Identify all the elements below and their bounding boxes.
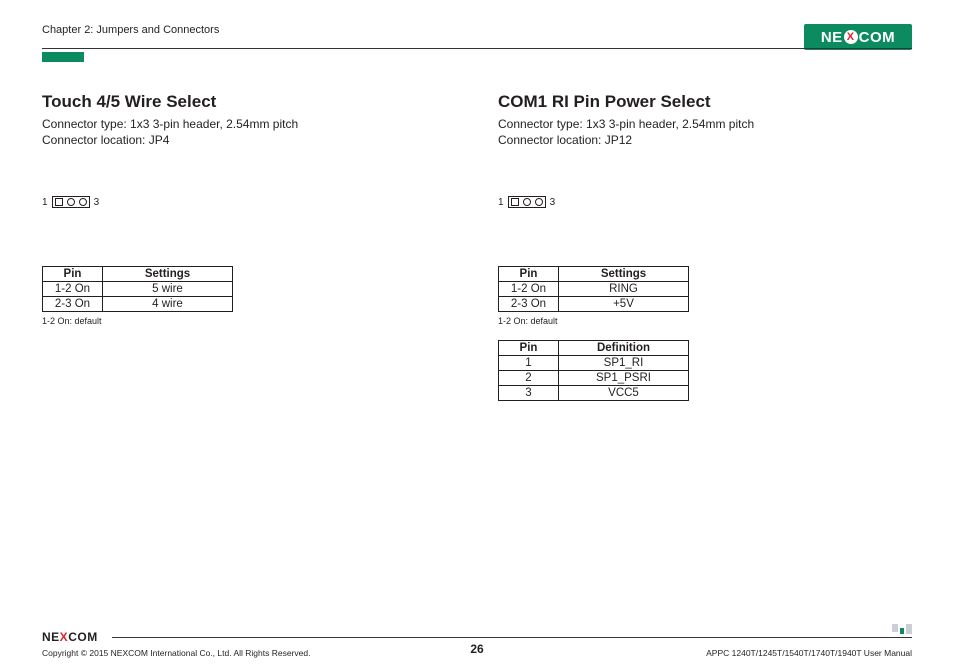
pin-square-icon xyxy=(511,198,519,206)
manual-title: APPC 1240T/1245T/1540T/1740T/1940T User … xyxy=(706,648,912,658)
cell-setting: RING xyxy=(559,282,689,297)
cell-setting: 4 wire xyxy=(103,297,233,312)
pin-round-icon xyxy=(79,198,87,206)
cell-def: SP1_RI xyxy=(559,356,689,371)
default-note: 1-2 On: default xyxy=(42,316,456,326)
table-row: 2-3 On 4 wire xyxy=(43,297,233,312)
cell-pin: 3 xyxy=(499,386,559,401)
th-settings: Settings xyxy=(103,267,233,282)
pin-round-icon xyxy=(67,198,75,206)
header: Chapter 2: Jumpers and Connectors NEXCOM xyxy=(42,24,912,56)
th-pin: Pin xyxy=(499,267,559,282)
logo-x-icon: X xyxy=(60,630,69,644)
th-definition: Definition xyxy=(559,341,689,356)
content: Touch 4/5 Wire Select Connector type: 1x… xyxy=(42,92,912,401)
section-com1-ri-power: COM1 RI Pin Power Select Connector type:… xyxy=(498,92,912,401)
brand-logo-footer: NEXCOM xyxy=(42,628,112,646)
cell-pin: 1 xyxy=(499,356,559,371)
cell-def: VCC5 xyxy=(559,386,689,401)
cell-def: SP1_PSRI xyxy=(559,371,689,386)
default-note: 1-2 On: default xyxy=(498,316,912,326)
section-title: Touch 4/5 Wire Select xyxy=(42,92,456,112)
page: Chapter 2: Jumpers and Connectors NEXCOM… xyxy=(0,0,954,672)
section-title: COM1 RI Pin Power Select xyxy=(498,92,912,112)
logo-pre: NE xyxy=(821,29,843,46)
copyright-text: Copyright © 2015 NEXCOM International Co… xyxy=(42,648,310,658)
logo-post: COM xyxy=(859,29,896,46)
pin-round-icon xyxy=(535,198,543,206)
pin-label-3: 3 xyxy=(550,197,556,208)
brand-logo: NEXCOM xyxy=(804,24,912,50)
connector-type: Connector type: 1x3 3-pin header, 2.54mm… xyxy=(498,116,912,132)
th-settings: Settings xyxy=(559,267,689,282)
cell-setting: +5V xyxy=(559,297,689,312)
pin-square-icon xyxy=(55,198,63,206)
connector-type: Connector type: 1x3 3-pin header, 2.54mm… xyxy=(42,116,456,132)
table-header-row: Pin Settings xyxy=(43,267,233,282)
pin-diagram: 1 3 xyxy=(498,196,912,208)
definition-table: Pin Definition 1 SP1_RI 2 SP1_PSRI 3 VCC… xyxy=(498,340,689,401)
logo-post: COM xyxy=(68,630,98,644)
settings-table: Pin Settings 1-2 On 5 wire 2-3 On 4 wire xyxy=(42,266,233,312)
footer: NEXCOM Copyright © 2015 NEXCOM Internati… xyxy=(42,628,912,658)
pin-round-icon xyxy=(523,198,531,206)
pin-header-icon xyxy=(508,196,546,208)
table-row: 1 SP1_RI xyxy=(499,356,689,371)
header-accent-bar xyxy=(42,52,84,62)
connector-location: Connector location: JP12 xyxy=(498,132,912,148)
th-pin: Pin xyxy=(43,267,103,282)
settings-table: Pin Settings 1-2 On RING 2-3 On +5V xyxy=(498,266,689,312)
footer-left: NEXCOM Copyright © 2015 NEXCOM Internati… xyxy=(42,628,310,658)
table-row: 2-3 On +5V xyxy=(499,297,689,312)
table-header-row: Pin Definition xyxy=(499,341,689,356)
logo-x-icon: X xyxy=(844,30,858,44)
pin-label-1: 1 xyxy=(498,197,504,208)
pin-header-icon xyxy=(52,196,90,208)
table-row: 1-2 On 5 wire xyxy=(43,282,233,297)
connector-location: Connector location: JP4 xyxy=(42,132,456,148)
pin-label-1: 1 xyxy=(42,197,48,208)
header-rule xyxy=(42,48,912,49)
table-header-row: Pin Settings xyxy=(499,267,689,282)
section-touch-wire-select: Touch 4/5 Wire Select Connector type: 1x… xyxy=(42,92,456,401)
table-row: 2 SP1_PSRI xyxy=(499,371,689,386)
pin-label-3: 3 xyxy=(94,197,100,208)
table-row: 3 VCC5 xyxy=(499,386,689,401)
pin-diagram: 1 3 xyxy=(42,196,456,208)
cell-pin: 2 xyxy=(499,371,559,386)
table-row: 1-2 On RING xyxy=(499,282,689,297)
cell-pin: 2-3 On xyxy=(43,297,103,312)
logo-pre: NE xyxy=(42,630,60,644)
cell-pin: 2-3 On xyxy=(499,297,559,312)
cell-pin: 1-2 On xyxy=(499,282,559,297)
th-pin: Pin xyxy=(499,341,559,356)
chapter-title: Chapter 2: Jumpers and Connectors xyxy=(42,24,219,36)
cell-setting: 5 wire xyxy=(103,282,233,297)
cell-pin: 1-2 On xyxy=(43,282,103,297)
